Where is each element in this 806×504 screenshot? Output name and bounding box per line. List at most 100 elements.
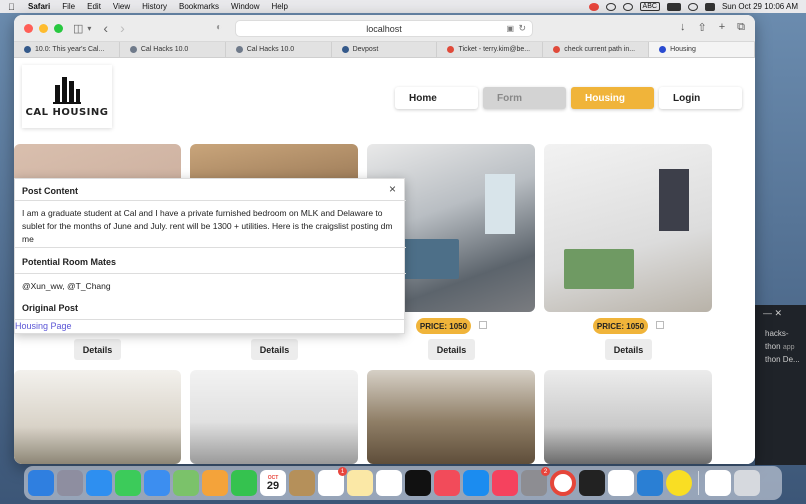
chevron-down-icon[interactable]: ▾ xyxy=(87,24,91,33)
roommates-list: @Xun_ww, @T_Chang xyxy=(22,281,111,291)
close-window-button[interactable] xyxy=(24,23,33,33)
apple-icon[interactable]:  xyxy=(8,2,22,12)
tab-overview-icon[interactable]: ⧉ xyxy=(737,21,745,34)
favorite-checkbox[interactable] xyxy=(479,321,487,329)
calendar-day: 29 xyxy=(266,479,280,492)
forward-icon[interactable]: › xyxy=(120,20,125,36)
reminders-icon[interactable]: 1 xyxy=(318,467,347,496)
trash-icon[interactable] xyxy=(734,470,760,496)
translate-icon[interactable]: ▣ xyxy=(506,24,514,33)
poster-shape xyxy=(659,169,689,231)
chrome-icon[interactable] xyxy=(550,470,576,496)
play-icon[interactable] xyxy=(622,2,633,11)
mail-icon[interactable] xyxy=(144,470,170,496)
launchpad-icon[interactable] xyxy=(57,470,83,496)
freeform-icon[interactable] xyxy=(376,470,402,496)
address-bar[interactable]: localhost ▣ ↻ xyxy=(235,20,533,37)
details-button[interactable]: Details xyxy=(74,339,121,360)
share-icon[interactable]: ⇧ xyxy=(697,21,706,34)
tab-4[interactable]: Devpost xyxy=(332,42,438,57)
bed-shape xyxy=(564,249,634,289)
listing-photo[interactable] xyxy=(544,144,712,312)
app-store-icon[interactable] xyxy=(463,470,489,496)
tab-1[interactable]: 10.0: This year's Cal... xyxy=(14,42,120,57)
tab-2[interactable]: Cal Hacks 10.0 xyxy=(120,42,226,57)
battery-icon[interactable] xyxy=(666,2,681,11)
window-controls xyxy=(24,23,63,33)
favorite-checkbox[interactable] xyxy=(656,321,664,329)
roommates-heading: Potential Room Mates xyxy=(22,257,117,267)
vscode-icon[interactable] xyxy=(637,470,663,496)
apple-tv-icon[interactable] xyxy=(405,470,431,496)
contacts-icon[interactable] xyxy=(289,470,315,496)
terminal-icon[interactable] xyxy=(579,470,605,496)
record-icon[interactable] xyxy=(605,2,616,11)
sidebar-icon[interactable]: ◫ xyxy=(73,22,83,35)
downloads-icon[interactable]: ↓ xyxy=(680,21,686,34)
housing-page-link[interactable]: Housing Page xyxy=(15,321,72,331)
maps-icon[interactable] xyxy=(173,470,199,496)
nav-login-button[interactable]: Login xyxy=(659,87,742,109)
panel-line-3: thon De... xyxy=(765,355,800,364)
messages-icon[interactable] xyxy=(115,470,141,496)
menu-edit[interactable]: Edit xyxy=(87,2,101,11)
back-icon[interactable]: ‹ xyxy=(103,20,108,36)
tab-6[interactable]: check current path in... xyxy=(543,42,650,57)
tab-3[interactable]: Cal Hacks 10.0 xyxy=(226,42,332,57)
system-settings-icon[interactable]: 2 xyxy=(521,467,550,496)
badge: 2 xyxy=(541,467,550,476)
menu-app-name[interactable]: Safari xyxy=(28,2,50,11)
nav-form-button[interactable]: Form xyxy=(483,87,566,109)
modal-title: Post Content xyxy=(22,186,78,196)
background-editor-panel: — ✕ hacks- thon app thon De... xyxy=(755,305,806,465)
music-icon[interactable] xyxy=(492,470,518,496)
listing-photo[interactable] xyxy=(190,370,358,464)
menu-window[interactable]: Window xyxy=(231,2,259,11)
panel-line-1: hacks- xyxy=(765,329,789,338)
input-source-label[interactable]: ABC xyxy=(639,2,660,11)
panel-close-icon[interactable]: — ✕ xyxy=(763,308,782,319)
new-tab-icon[interactable]: + xyxy=(719,21,725,34)
notes-icon[interactable] xyxy=(347,470,373,496)
dock-separator xyxy=(698,471,699,495)
menu-help[interactable]: Help xyxy=(271,2,287,11)
slack-icon[interactable] xyxy=(608,470,634,496)
facetime-icon[interactable] xyxy=(231,470,257,496)
clock[interactable]: Sun Oct 29 10:06 AM xyxy=(722,2,798,11)
menu-history[interactable]: History xyxy=(142,2,167,11)
tab-favicon-icon xyxy=(341,46,349,53)
nav-home-button[interactable]: Home xyxy=(395,87,478,109)
status-app-icon[interactable] xyxy=(588,2,599,11)
listing-photo[interactable] xyxy=(14,370,181,464)
wifi-icon[interactable] xyxy=(687,2,698,11)
tab-favicon-icon xyxy=(235,46,243,53)
original-post-heading: Original Post xyxy=(22,303,79,313)
menu-file[interactable]: File xyxy=(62,2,75,11)
heart-icon[interactable] xyxy=(705,470,731,496)
calendar-icon[interactable]: OCT 29 xyxy=(260,470,286,496)
control-center-icon[interactable] xyxy=(704,2,715,11)
details-button[interactable]: Details xyxy=(251,339,298,360)
toolbar-actions: ↓ ⇧ + ⧉ xyxy=(680,21,745,34)
details-button[interactable]: Details xyxy=(605,339,652,360)
finder-icon[interactable] xyxy=(28,470,54,496)
menu-view[interactable]: View xyxy=(113,2,130,11)
menu-bookmarks[interactable]: Bookmarks xyxy=(179,2,219,11)
safari-icon[interactable] xyxy=(86,470,112,496)
tab-7[interactable]: Housing xyxy=(649,42,755,57)
listing-photo[interactable] xyxy=(367,370,535,464)
reload-icon[interactable]: ↻ xyxy=(518,23,526,34)
kakaotalk-icon[interactable] xyxy=(666,470,692,496)
tab-5[interactable]: Ticket - terry.kim@be... xyxy=(437,42,544,57)
nav-housing-button[interactable]: Housing xyxy=(571,87,654,109)
minimize-window-button[interactable] xyxy=(39,23,48,33)
news-icon[interactable] xyxy=(434,470,460,496)
zoom-window-button[interactable] xyxy=(54,23,63,33)
site-logo[interactable]: CAL HOUSING xyxy=(22,65,112,128)
tab-favicon-icon xyxy=(24,46,31,53)
details-button[interactable]: Details xyxy=(428,339,475,360)
privacy-shield-icon[interactable]: ◐ xyxy=(216,22,222,33)
photos-icon[interactable] xyxy=(202,470,228,496)
web-page: CAL HOUSING Home Form Housing Login PRIC… xyxy=(14,59,755,464)
listing-photo[interactable] xyxy=(544,370,712,464)
